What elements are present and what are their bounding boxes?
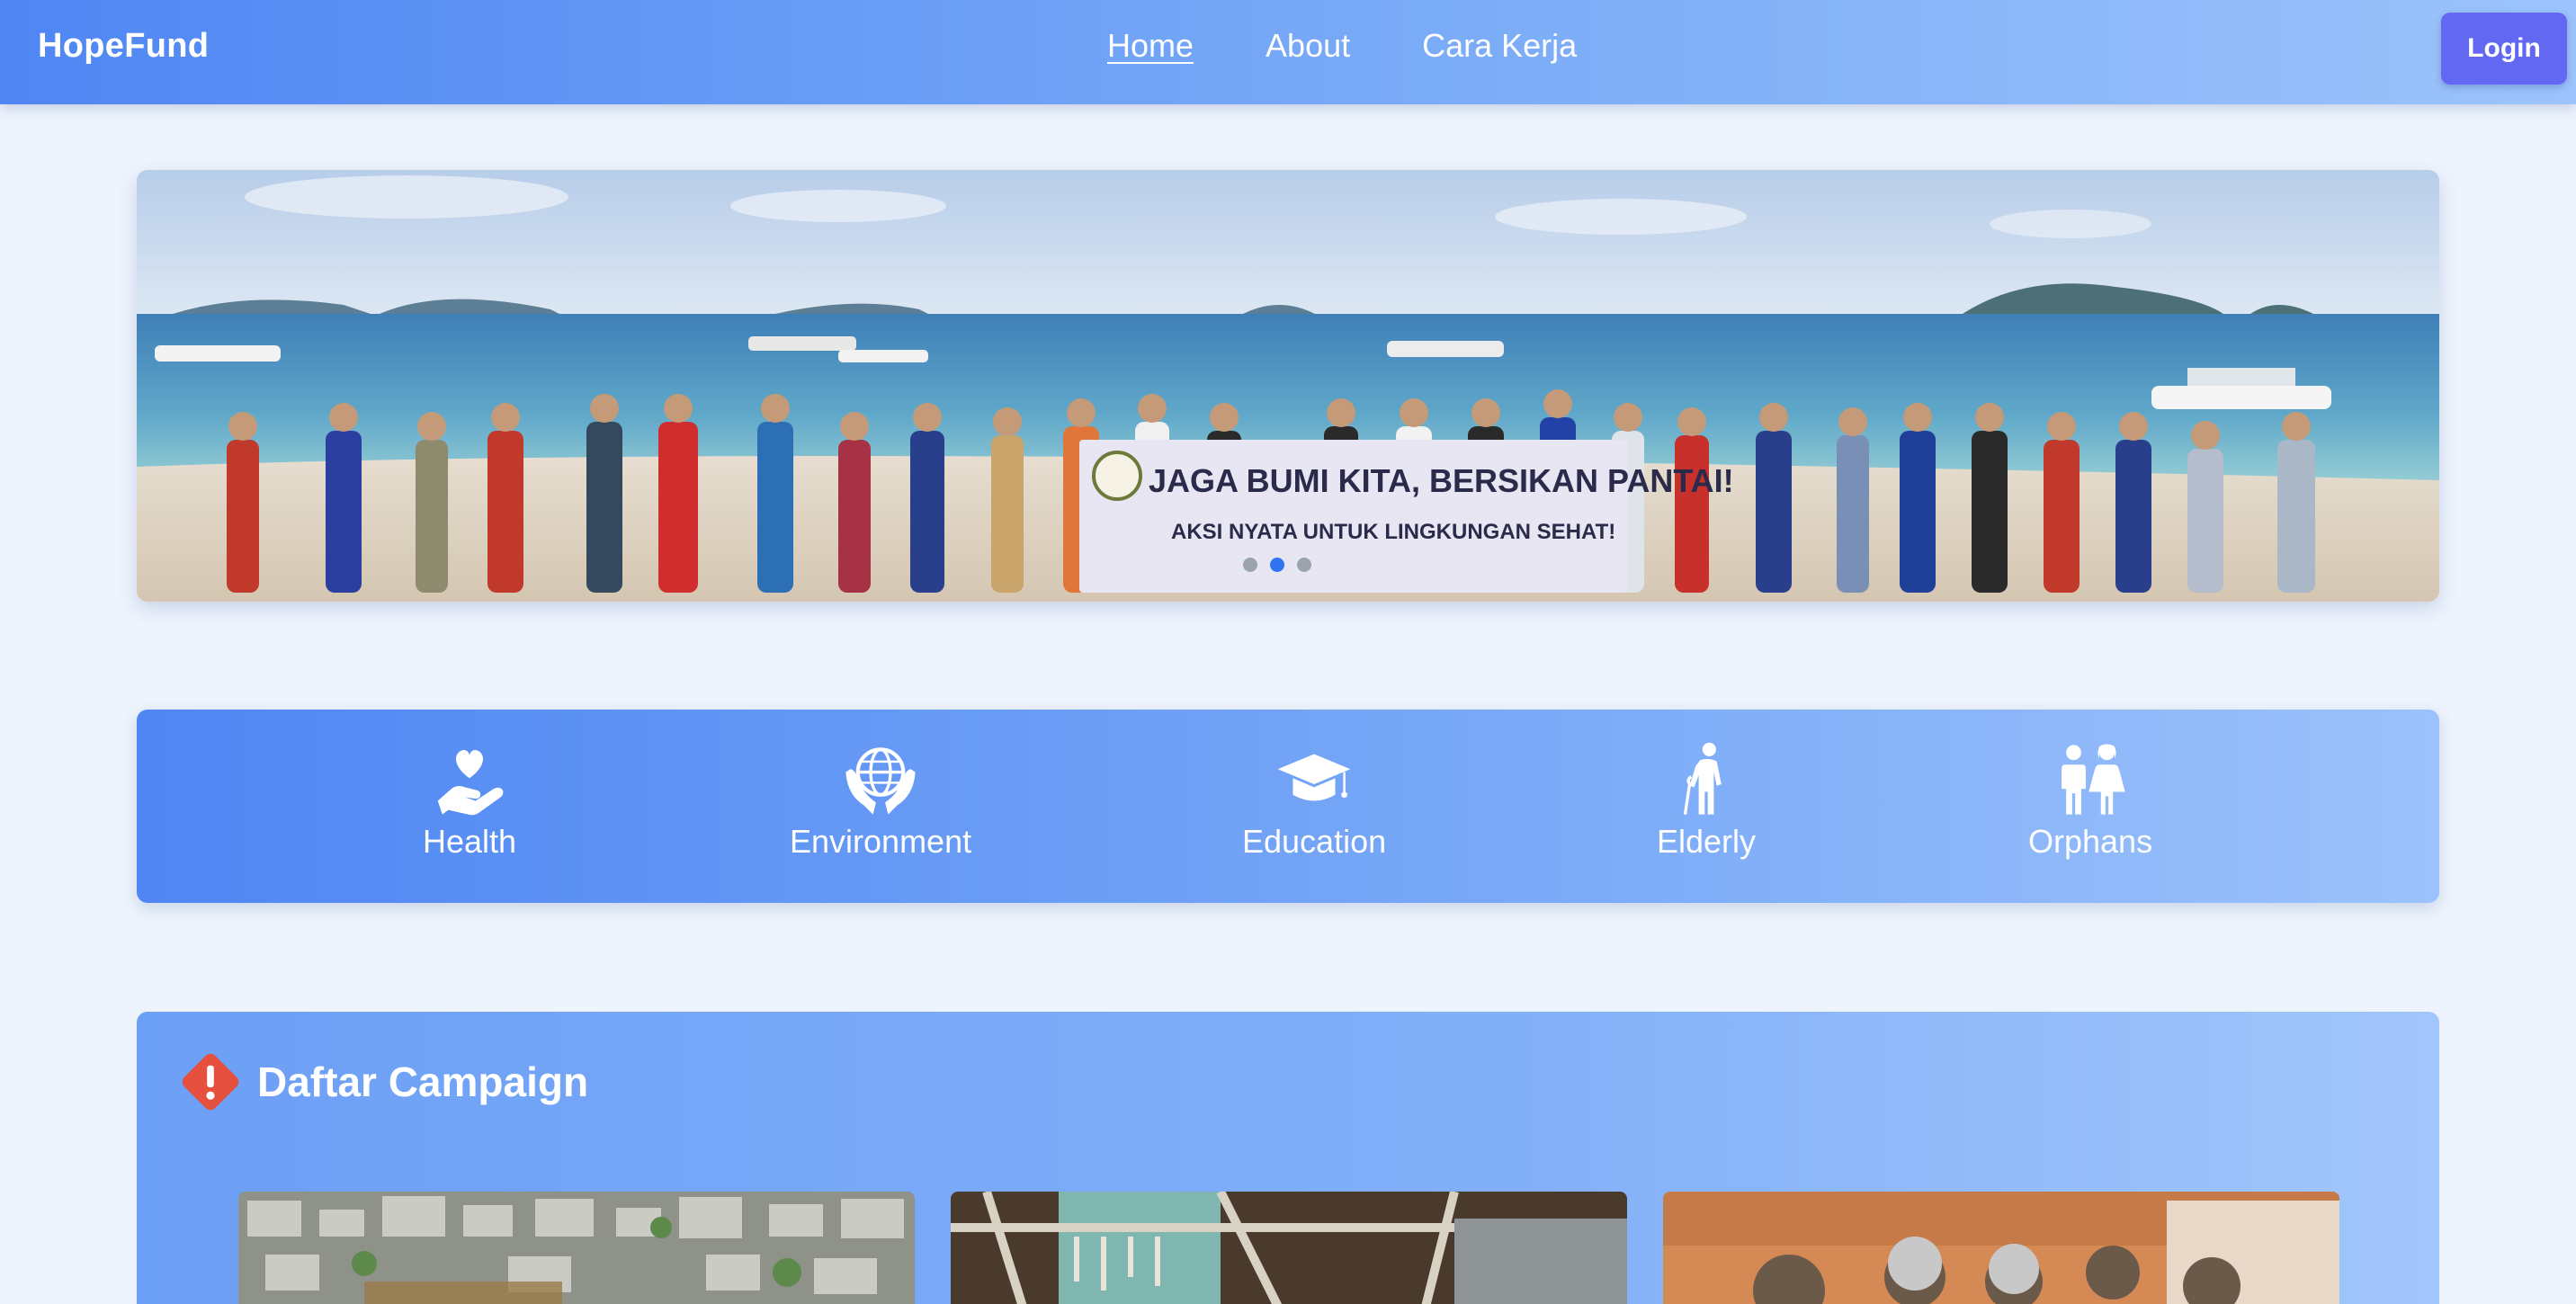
campaign-card-3[interactable] [1663, 1192, 2339, 1304]
hero-carousel[interactable]: JAGA BUMI KITA, BERSIKAN PANTAI! AKSI NY… [137, 170, 2439, 602]
category-orphans[interactable]: Orphans [2028, 742, 2152, 861]
banner-line2: AKSI NYATA UNTUK LINGKUNGAN SEHAT! [1171, 520, 1615, 544]
campaign-image-3 [1663, 1192, 2339, 1304]
category-label: Education [1242, 823, 1387, 860]
campaign-card-2[interactable] [951, 1192, 1627, 1304]
hero-image: JAGA BUMI KITA, BERSIKAN PANTAI! AKSI NY… [137, 170, 2439, 602]
category-bar: Health Environment Education Elderly Orp… [137, 710, 2439, 903]
graduation-cap-icon [1277, 754, 1351, 801]
category-label: Health [423, 823, 517, 860]
banner-line1: JAGA BUMI KITA, BERSIKAN PANTAI! [1149, 462, 1734, 499]
carousel-dot-1[interactable] [1243, 558, 1257, 572]
category-label: Environment [790, 823, 972, 860]
children-icon [2062, 744, 2125, 815]
category-label: Orphans [2028, 823, 2153, 860]
login-button[interactable]: Login [2441, 13, 2567, 85]
category-environment[interactable]: Environment [790, 742, 971, 861]
nav-link-cara-kerja[interactable]: Cara Kerja [1422, 27, 1577, 65]
category-elderly[interactable]: Elderly [1657, 742, 1756, 861]
carousel-dot-3[interactable] [1297, 558, 1311, 572]
warning-icon [182, 1053, 239, 1111]
carousel-indicators [1243, 558, 1311, 572]
campaign-image-2 [951, 1192, 1627, 1304]
nav-links: Home About Cara Kerja [1107, 27, 1577, 65]
campaign-section: Daftar Campaign [137, 1012, 2439, 1304]
category-label: Elderly [1657, 823, 1757, 860]
campaign-card-1[interactable] [238, 1192, 915, 1304]
category-health[interactable]: Health [423, 742, 516, 861]
campaign-header: Daftar Campaign [176, 1048, 588, 1116]
category-education[interactable]: Education [1242, 742, 1386, 861]
nav-link-about[interactable]: About [1266, 27, 1350, 65]
navbar: HopeFund Home About Cara Kerja Login [0, 0, 2576, 104]
globe-hands-icon [845, 747, 916, 815]
brand-logo[interactable]: HopeFund [38, 27, 209, 66]
campaign-title: Daftar Campaign [257, 1058, 589, 1105]
elderly-person-icon [1683, 742, 1722, 815]
heart-hand-icon [437, 749, 504, 816]
carousel-dot-2[interactable] [1270, 558, 1284, 572]
campaign-image-1 [238, 1192, 915, 1304]
nav-link-home[interactable]: Home [1107, 27, 1194, 65]
